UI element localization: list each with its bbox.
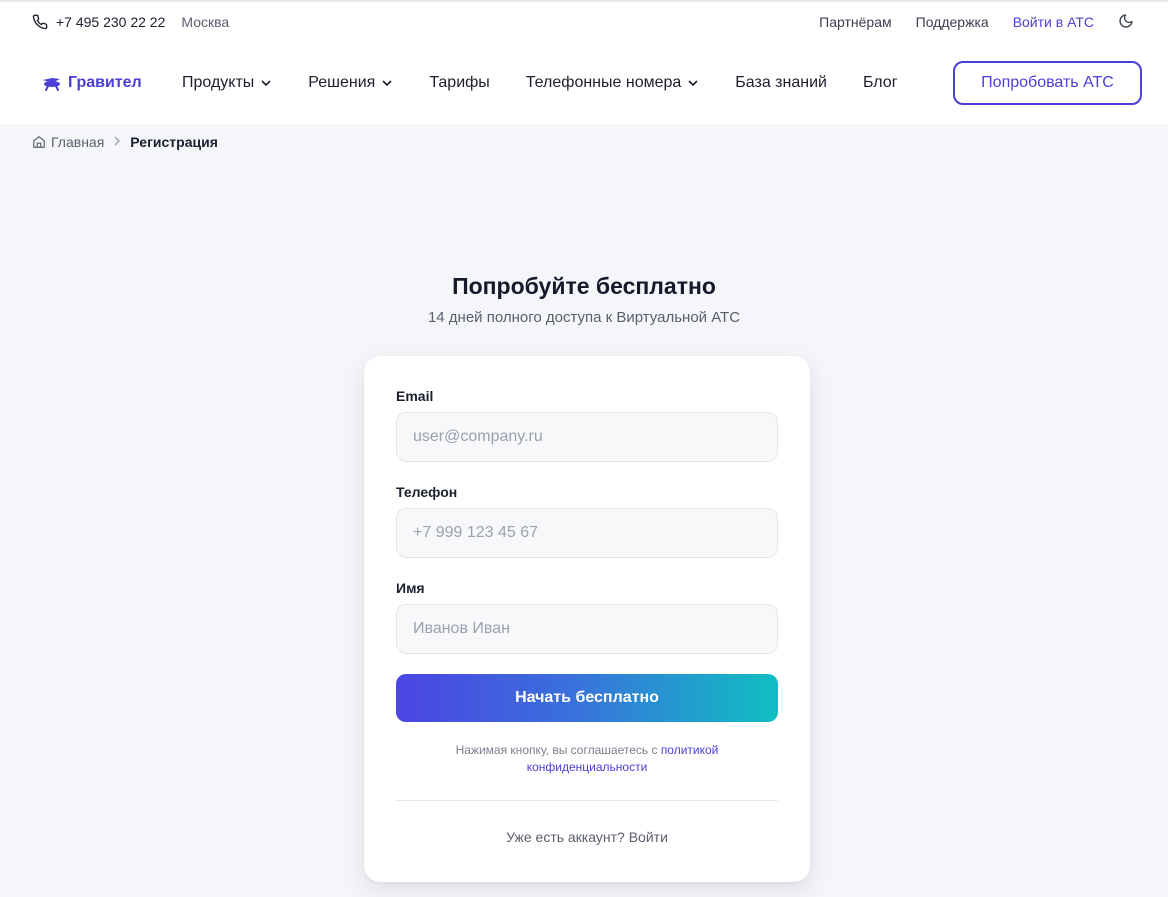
- breadcrumb-home-label: Главная: [51, 133, 105, 150]
- nav-item-products[interactable]: Продукты: [182, 74, 272, 92]
- breadcrumb-current: Регистрация: [130, 133, 218, 150]
- start-free-button[interactable]: Начать бесплатно: [396, 674, 778, 722]
- phone-field[interactable]: [396, 508, 778, 558]
- logo[interactable]: Гравител: [40, 74, 182, 92]
- nav-item-tariffs[interactable]: Тарифы: [429, 74, 489, 92]
- name-label: Имя: [396, 580, 425, 596]
- phone-number: +7 495 230 22 22: [56, 14, 166, 30]
- try-ats-button[interactable]: Попробовать АТС: [953, 61, 1142, 105]
- nav-item-label: Решения: [308, 74, 376, 91]
- registration-form: Email Телефон Имя Начать бесплатно Нажим…: [364, 356, 810, 882]
- nav-item-label: База знаний: [735, 74, 827, 91]
- phone-label: Телефон: [396, 484, 458, 500]
- chevron-down-icon: [260, 77, 272, 89]
- nav-item-solutions[interactable]: Решения: [308, 74, 393, 92]
- policy-text: Нажимая кнопку, вы соглашаетесь с полити…: [455, 743, 719, 757]
- page-subtitle: 14 дней полного доступа к Виртуальной АТ…: [427, 309, 741, 326]
- breadcrumb: Главная Регистрация: [0, 124, 1168, 159]
- name-field[interactable]: [396, 604, 778, 654]
- logo-text: Гравител: [68, 74, 142, 91]
- email-label: Email: [396, 388, 434, 404]
- nav-item-label: Телефонные номера: [525, 74, 682, 91]
- home-icon: [32, 135, 46, 149]
- phone-field-group: Телефон: [396, 484, 778, 558]
- nav-menu: Продукты Решения Тарифы Телефонные номер…: [182, 74, 953, 92]
- nav-item-label: Тарифы: [429, 74, 490, 91]
- login-link[interactable]: Уже есть аккаунт? Войти: [396, 829, 778, 845]
- top-bar: +7 495 230 22 22 Москва Партнёрам Поддер…: [0, 2, 1168, 42]
- divider: [396, 800, 778, 801]
- chevron-right-icon: [112, 135, 122, 149]
- nav-item-label: Блог: [862, 74, 898, 91]
- breadcrumb-home[interactable]: Главная: [32, 134, 104, 150]
- support-link[interactable]: Поддержка: [916, 14, 989, 30]
- partners-link[interactable]: Партнёрам: [819, 14, 891, 30]
- policy-notice: Нажимая кнопку, вы соглашаетесь с полити…: [396, 742, 778, 776]
- logo-icon: [40, 74, 64, 92]
- nav-item-blog[interactable]: Блог: [863, 74, 898, 92]
- name-field-group: Имя: [396, 580, 778, 654]
- email-field[interactable]: [396, 412, 778, 462]
- nav-item-phone-numbers[interactable]: Телефонные номера: [526, 74, 699, 92]
- chevron-down-icon: [687, 77, 699, 89]
- email-field-group: Email: [396, 388, 778, 462]
- login-ats-link[interactable]: Войти в АТС: [1013, 14, 1094, 30]
- privacy-policy-link[interactable]: конфиденциальности: [527, 760, 648, 774]
- phone-link[interactable]: +7 495 230 22 22: [32, 14, 165, 30]
- main-nav: Гравител Продукты Решения Тарифы Телефон…: [0, 42, 1168, 124]
- nav-item-knowledge-base[interactable]: База знаний: [735, 74, 827, 92]
- chevron-down-icon: [381, 77, 393, 89]
- registration-page: Попробуйте бесплатно 14 дней полного дос…: [0, 159, 1168, 897]
- nav-item-label: Продукты: [182, 74, 255, 91]
- site-header: +7 495 230 22 22 Москва Партнёрам Поддер…: [0, 2, 1168, 124]
- city-selector[interactable]: Москва: [181, 14, 229, 30]
- moon-icon[interactable]: [1118, 13, 1136, 31]
- phone-icon: [32, 14, 48, 30]
- page-title: Попробуйте бесплатно: [452, 273, 716, 299]
